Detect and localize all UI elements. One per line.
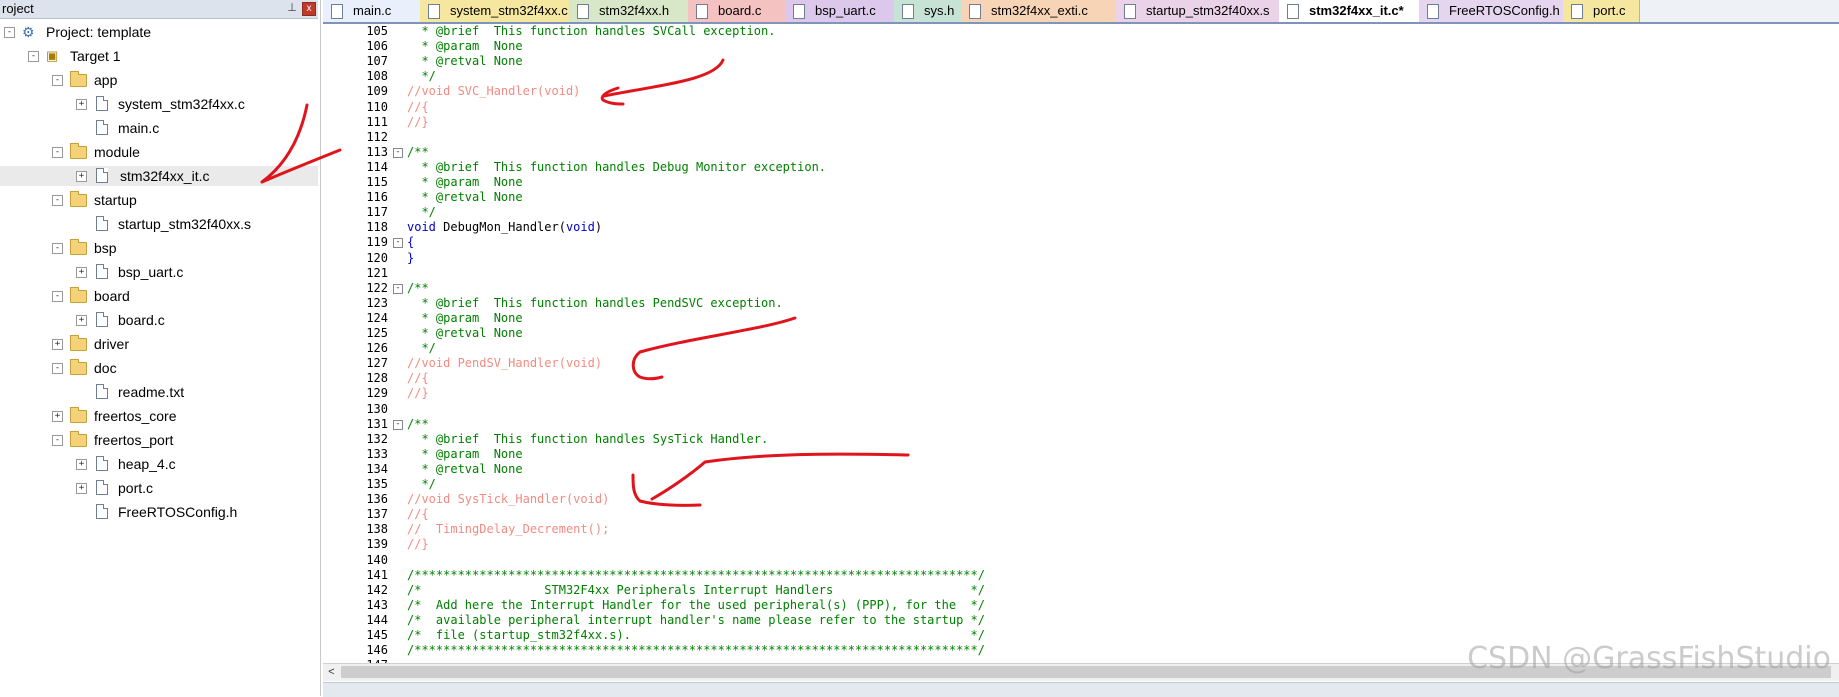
arrow-stm32f4xx-it	[260, 103, 342, 184]
annotation-arrows	[260, 58, 910, 507]
arrow-svc-handler	[600, 58, 725, 106]
arrow-systick-handler	[631, 452, 910, 507]
arrow-pendsv-handler	[631, 316, 797, 381]
